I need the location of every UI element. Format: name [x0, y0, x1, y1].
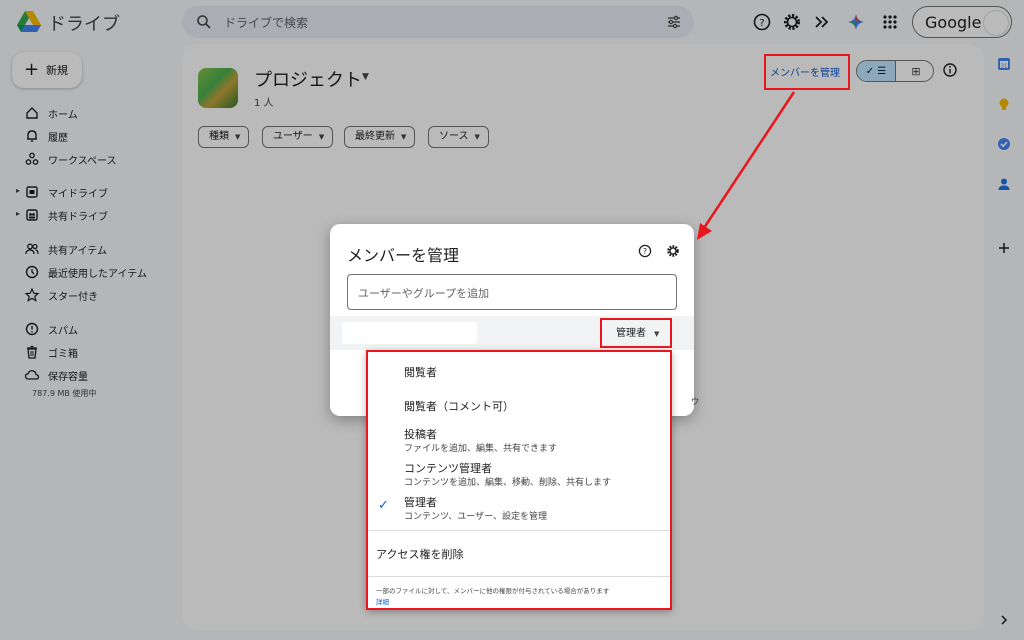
annotation-box-manage-link	[764, 54, 850, 90]
member-name-redacted	[342, 322, 477, 344]
add-people-placeholder: ユーザーやグループを追加	[358, 287, 490, 300]
dialog-partial-glyph: ゥ	[690, 396, 700, 407]
svg-text:?: ?	[643, 247, 647, 256]
help-icon[interactable]: ?	[638, 244, 652, 258]
annotation-box-role-menu	[366, 350, 672, 610]
annotation-box-role-dropdown	[600, 318, 672, 348]
dialog-title: メンバーを管理	[347, 246, 460, 265]
add-people-input[interactable]: ユーザーやグループを追加	[347, 274, 677, 310]
settings-gear-icon[interactable]	[666, 244, 680, 258]
